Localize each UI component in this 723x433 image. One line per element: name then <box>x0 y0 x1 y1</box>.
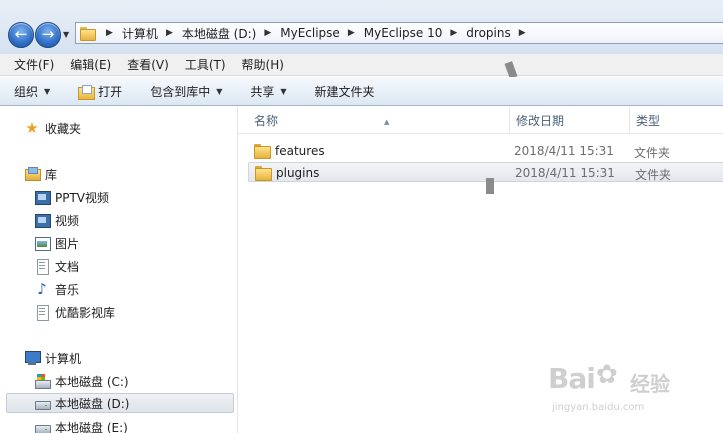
menu-edit[interactable]: 编辑(E) <box>62 56 119 73</box>
organize-label: 组织 <box>14 84 39 99</box>
menu-view[interactable]: 查看(V) <box>119 56 177 73</box>
music-note-icon: ♪ <box>37 280 47 298</box>
folder-icon <box>80 27 96 41</box>
nav-computer[interactable]: 计算机 <box>24 348 81 368</box>
nav-library-youku[interactable]: 优酷影视库 <box>34 302 115 322</box>
open-button[interactable]: 打开 <box>78 83 122 100</box>
system-drive-icon <box>34 373 51 389</box>
menu-file[interactable]: 文件(F) <box>6 56 62 73</box>
file-date: 2018/4/11 15:31 <box>515 166 615 180</box>
chevron-right-icon[interactable]: ▶ <box>106 28 113 38</box>
file-type: 文件夹 <box>634 146 671 160</box>
breadcrumb-myeclipse[interactable]: MyEclipse <box>280 26 340 40</box>
nav-library-label: 图片 <box>55 236 80 251</box>
open-folder-icon <box>78 84 96 100</box>
document-icon <box>34 258 50 275</box>
new-folder-button[interactable]: 新建文件夹 <box>315 83 375 100</box>
nav-libraries[interactable]: 库 <box>24 164 57 184</box>
nav-library-music[interactable]: ♪ 音乐 <box>34 279 79 299</box>
folder-icon <box>255 166 272 181</box>
baidu-watermark: Bai ✿ 经验 jingyan.baidu.com <box>548 360 718 420</box>
breadcrumb[interactable]: ▶ 计算机 ▶ 本地磁盘 (D:) ▶ MyEclipse ▶ MyEclips… <box>75 22 723 44</box>
nav-library-label: 视频 <box>55 213 80 228</box>
breadcrumb-drive-d[interactable]: 本地磁盘 (D:) <box>182 25 256 42</box>
nav-library-label: 优酷影视库 <box>55 305 116 320</box>
nav-drive-label: 本地磁盘 (E:) <box>55 420 128 433</box>
sort-ascending-icon: ▲ <box>384 118 390 126</box>
drive-icon <box>34 419 51 433</box>
nav-library-label: 文档 <box>55 259 80 274</box>
file-date: 2018/4/11 15:31 <box>514 144 614 158</box>
computer-icon <box>24 350 41 366</box>
chevron-right-icon[interactable]: ▶ <box>348 28 355 38</box>
menu-bar: 文件(F) 编辑(E) 查看(V) 工具(T) 帮助(H) <box>0 54 723 76</box>
watermark-url: jingyan.baidu.com <box>552 402 645 413</box>
watermark-logo-cn: 经验 <box>630 372 670 396</box>
recent-pages-dropdown[interactable]: ▼ <box>63 30 69 39</box>
nav-drive-d[interactable]: 本地磁盘 (D:) <box>6 393 234 413</box>
forward-arrow-icon[interactable]: → <box>35 22 61 48</box>
chevron-right-icon[interactable]: ▶ <box>519 28 526 38</box>
chevron-down-icon: ▼ <box>44 86 51 96</box>
share-label: 共享 <box>250 84 275 99</box>
breadcrumb-computer[interactable]: 计算机 <box>122 25 158 42</box>
file-name: plugins <box>276 166 320 180</box>
breadcrumb-myeclipse-10[interactable]: MyEclipse 10 <box>364 26 443 40</box>
navigation-pane: ★ 收藏夹 库 PPTV视频 视频 图片 文档 ♪ 音乐 优酷影视库 计算机 本… <box>0 106 237 433</box>
organize-button[interactable]: 组织 ▼ <box>14 83 50 100</box>
chevron-right-icon[interactable]: ▶ <box>450 28 457 38</box>
column-name-label: 名称 <box>254 114 279 128</box>
menu-help[interactable]: 帮助(H) <box>234 56 292 73</box>
drive-icon <box>34 395 51 411</box>
chevron-right-icon[interactable]: ▶ <box>264 28 271 38</box>
nav-library-label: PPTV视频 <box>55 190 110 205</box>
nav-library-label: 音乐 <box>55 282 80 297</box>
paw-icon: ✿ <box>596 360 618 390</box>
chevron-right-icon[interactable]: ▶ <box>166 28 173 38</box>
nav-library-documents[interactable]: 文档 <box>34 256 79 276</box>
nav-drive-label: 本地磁盘 (D:) <box>55 396 130 411</box>
folder-icon <box>254 144 271 159</box>
command-bar: 组织 ▼ 打开 包含到库中 ▼ 共享 ▼ 新建文件夹 <box>0 77 723 106</box>
back-arrow-icon[interactable]: ← <box>8 22 34 48</box>
watermark-logo: Bai <box>548 362 596 395</box>
breadcrumb-dropins[interactable]: dropins <box>466 26 510 40</box>
column-type[interactable]: 类型 <box>629 106 723 134</box>
file-type: 文件夹 <box>635 168 672 182</box>
nav-libraries-label: 库 <box>45 167 58 182</box>
file-row-features[interactable]: features 2018/4/11 15:31 文件夹 <box>248 141 723 161</box>
new-folder-label: 新建文件夹 <box>314 84 375 99</box>
nav-computer-label: 计算机 <box>45 351 82 366</box>
include-library-label: 包含到库中 <box>150 84 211 99</box>
nav-library-videos[interactable]: 视频 <box>34 210 79 230</box>
nav-library-pictures[interactable]: 图片 <box>34 233 79 253</box>
address-bar: ← → ▼ ▶ 计算机 ▶ 本地磁盘 (D:) ▶ MyEclipse ▶ My… <box>0 0 723 54</box>
file-name: features <box>275 144 325 158</box>
nav-drive-c[interactable]: 本地磁盘 (C:) <box>34 371 129 391</box>
library-icon <box>24 166 41 182</box>
chevron-down-icon: ▼ <box>216 86 223 96</box>
pptv-video-icon <box>34 189 51 205</box>
nav-drive-label: 本地磁盘 (C:) <box>55 374 129 389</box>
menu-tools[interactable]: 工具(T) <box>177 56 234 73</box>
nav-favorites[interactable]: ★ 收藏夹 <box>24 118 81 138</box>
open-label: 打开 <box>98 84 123 99</box>
star-icon: ★ <box>25 119 39 137</box>
youku-library-icon <box>34 304 50 321</box>
column-date[interactable]: 修改日期 <box>509 106 629 134</box>
share-button[interactable]: 共享 ▼ <box>250 83 286 100</box>
column-header: 名称 ▲ 修改日期 类型 <box>238 106 723 134</box>
include-in-library-button[interactable]: 包含到库中 ▼ <box>150 83 222 100</box>
column-name[interactable]: 名称 ▲ <box>248 106 508 134</box>
nav-favorites-label: 收藏夹 <box>45 121 82 136</box>
nav-drive-e[interactable]: 本地磁盘 (E:) <box>34 417 128 433</box>
chevron-down-icon: ▼ <box>280 86 287 96</box>
cursor-artifact <box>486 178 494 194</box>
nav-library-pptv[interactable]: PPTV视频 <box>34 187 109 207</box>
picture-icon <box>34 235 51 251</box>
video-icon <box>34 212 51 228</box>
